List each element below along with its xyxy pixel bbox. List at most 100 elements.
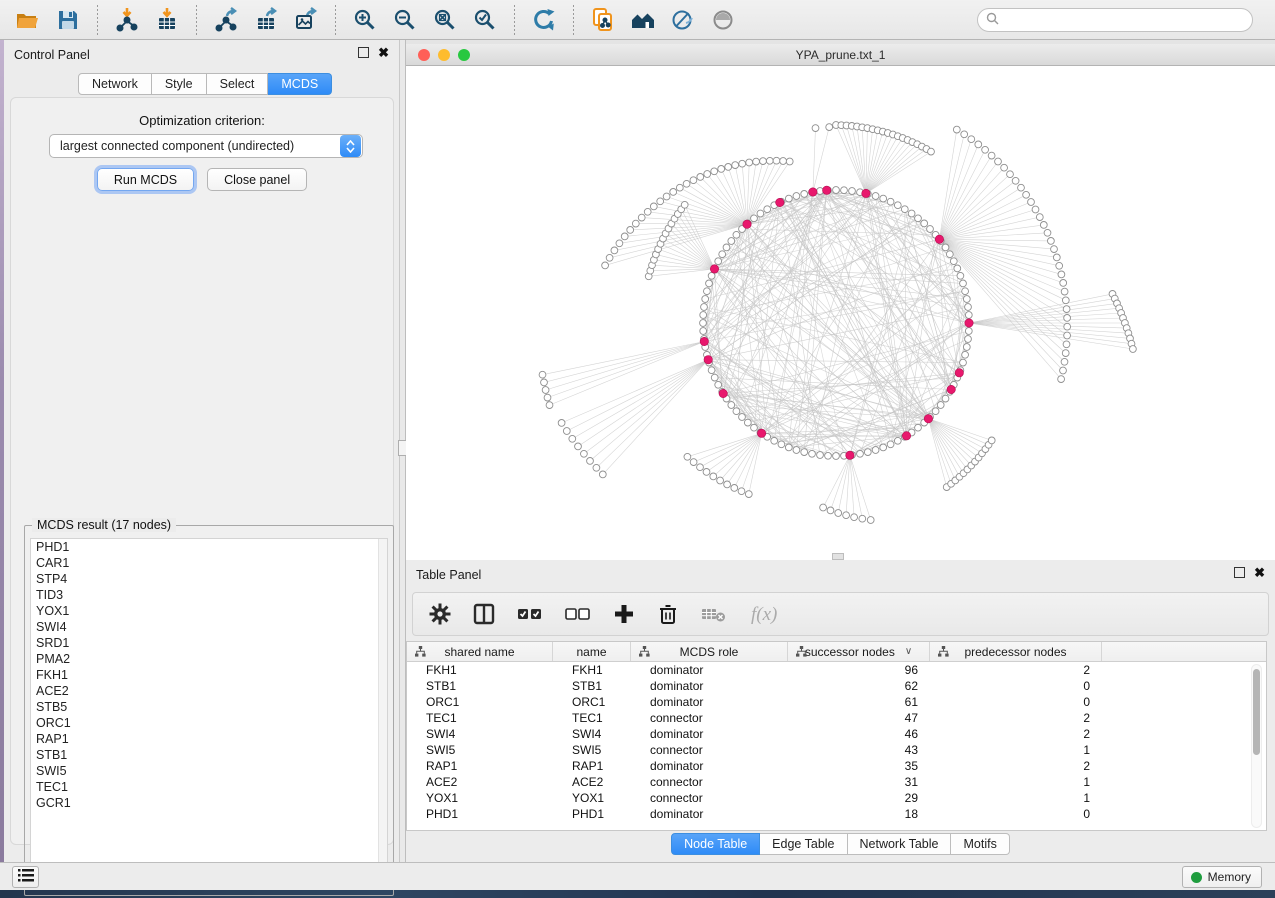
graph-node[interactable]: [1058, 271, 1065, 278]
graph-node[interactable]: [1064, 323, 1071, 330]
graph-node[interactable]: [616, 240, 623, 247]
mcds-result-item[interactable]: ORC1: [31, 715, 387, 731]
graph-node[interactable]: [771, 437, 778, 444]
table-scrollbar-thumb[interactable]: [1253, 669, 1260, 755]
graph-node[interactable]: [1062, 350, 1069, 357]
graph-node[interactable]: [1032, 206, 1039, 213]
graph-node[interactable]: [894, 437, 901, 444]
graph-node[interactable]: [1001, 164, 1008, 171]
graph-hub-node[interactable]: [809, 188, 817, 196]
graph-node[interactable]: [621, 233, 628, 240]
mcds-result-item[interactable]: SWI4: [31, 619, 387, 635]
graph-node[interactable]: [704, 288, 711, 295]
graph-node[interactable]: [703, 469, 710, 476]
show-glyph-icon[interactable]: [706, 4, 740, 36]
mcds-result-item[interactable]: YOX1: [31, 603, 387, 619]
graph-node[interactable]: [587, 458, 594, 465]
graph-node[interactable]: [880, 444, 887, 451]
graph-hub-node[interactable]: [846, 451, 854, 459]
graph-node[interactable]: [954, 265, 961, 272]
graph-node[interactable]: [706, 280, 713, 287]
graph-node[interactable]: [724, 481, 731, 488]
graph-node[interactable]: [921, 220, 928, 227]
graph-node[interactable]: [700, 320, 707, 327]
table-row[interactable]: ORC1ORC1dominator610: [407, 694, 1266, 710]
graph-node[interactable]: [683, 180, 690, 187]
table-row[interactable]: PHD1PHD1dominator180: [407, 806, 1266, 822]
graph-node[interactable]: [718, 166, 725, 173]
graph-node[interactable]: [901, 206, 908, 213]
graph-node[interactable]: [723, 244, 730, 251]
graph-node[interactable]: [708, 272, 715, 279]
graph-node[interactable]: [988, 152, 995, 159]
graph-node[interactable]: [676, 184, 683, 191]
mcds-result-item[interactable]: CAR1: [31, 555, 387, 571]
graph-node[interactable]: [569, 435, 576, 442]
table-row[interactable]: SWI4SWI4dominator462: [407, 726, 1266, 742]
deselect-all-icon[interactable]: [565, 603, 591, 625]
graph-node[interactable]: [780, 158, 787, 165]
graph-node[interactable]: [963, 344, 970, 351]
graph-node[interactable]: [690, 459, 697, 466]
graph-hub-node[interactable]: [965, 319, 973, 327]
mcds-result-item[interactable]: SRD1: [31, 635, 387, 651]
import-network-icon[interactable]: [110, 4, 144, 36]
mcds-result-item[interactable]: PHD1: [31, 539, 387, 555]
zoom-selected-icon[interactable]: [468, 4, 502, 36]
tab-mcds[interactable]: MCDS: [268, 73, 332, 95]
graph-node[interactable]: [697, 174, 704, 181]
graph-node[interactable]: [793, 447, 800, 454]
graph-node[interactable]: [1012, 177, 1019, 184]
mcds-result-item[interactable]: GCR1: [31, 795, 387, 811]
column-header-shared-name[interactable]: shared name: [407, 642, 553, 661]
graph-node[interactable]: [942, 244, 949, 251]
graph-node[interactable]: [1036, 214, 1043, 221]
minimize-window-icon[interactable]: [438, 49, 450, 61]
graph-node[interactable]: [731, 485, 738, 492]
tab-edge-table[interactable]: Edge Table: [760, 833, 847, 855]
graph-hub-node[interactable]: [902, 432, 910, 440]
table-row[interactable]: SWI5SWI5connector431: [407, 742, 1266, 758]
graph-node[interactable]: [786, 158, 793, 165]
mcds-result-item[interactable]: SWI5: [31, 763, 387, 779]
graph-node[interactable]: [982, 146, 989, 153]
graph-node[interactable]: [975, 141, 982, 148]
tab-style[interactable]: Style: [152, 73, 207, 95]
graph-node[interactable]: [733, 408, 740, 415]
graph-node[interactable]: [728, 238, 735, 245]
task-history-button[interactable]: [12, 866, 39, 888]
graph-node[interactable]: [757, 210, 764, 217]
table-row[interactable]: YOX1YOX1connector291: [407, 790, 1266, 806]
network-window-titlebar[interactable]: YPA_prune.txt_1: [406, 44, 1275, 66]
graph-node[interactable]: [773, 157, 780, 164]
graph-node[interactable]: [953, 126, 960, 133]
graph-node[interactable]: [602, 262, 609, 269]
graph-node[interactable]: [915, 215, 922, 222]
graph-node[interactable]: [670, 189, 677, 196]
graph-node[interactable]: [690, 177, 697, 184]
table-row[interactable]: TEC1TEC1connector472: [407, 710, 1266, 726]
graph-node[interactable]: [1044, 229, 1051, 236]
zoom-in-icon[interactable]: [348, 4, 382, 36]
graph-node[interactable]: [697, 464, 704, 471]
graph-hub-node[interactable]: [719, 389, 727, 397]
graph-node[interactable]: [826, 124, 833, 131]
graph-node[interactable]: [1056, 262, 1063, 269]
graph-node[interactable]: [817, 452, 824, 459]
table-row[interactable]: STB1STB1dominator620: [407, 678, 1266, 694]
graph-node[interactable]: [632, 220, 639, 227]
graph-node[interactable]: [801, 191, 808, 198]
tab-node-table[interactable]: Node Table: [671, 833, 760, 855]
graph-node[interactable]: [872, 193, 879, 200]
graph-node[interactable]: [1023, 191, 1030, 198]
graph-node[interactable]: [711, 168, 718, 175]
graph-node[interactable]: [908, 210, 915, 217]
graph-node[interactable]: [1048, 238, 1055, 245]
graph-node[interactable]: [599, 471, 606, 478]
graph-node[interactable]: [1053, 254, 1060, 261]
mcds-result-item[interactable]: TID3: [31, 587, 387, 603]
column-header-name[interactable]: name: [553, 642, 631, 661]
graph-node[interactable]: [1060, 367, 1067, 374]
graph-node[interactable]: [1064, 315, 1071, 322]
graph-node[interactable]: [812, 125, 819, 132]
